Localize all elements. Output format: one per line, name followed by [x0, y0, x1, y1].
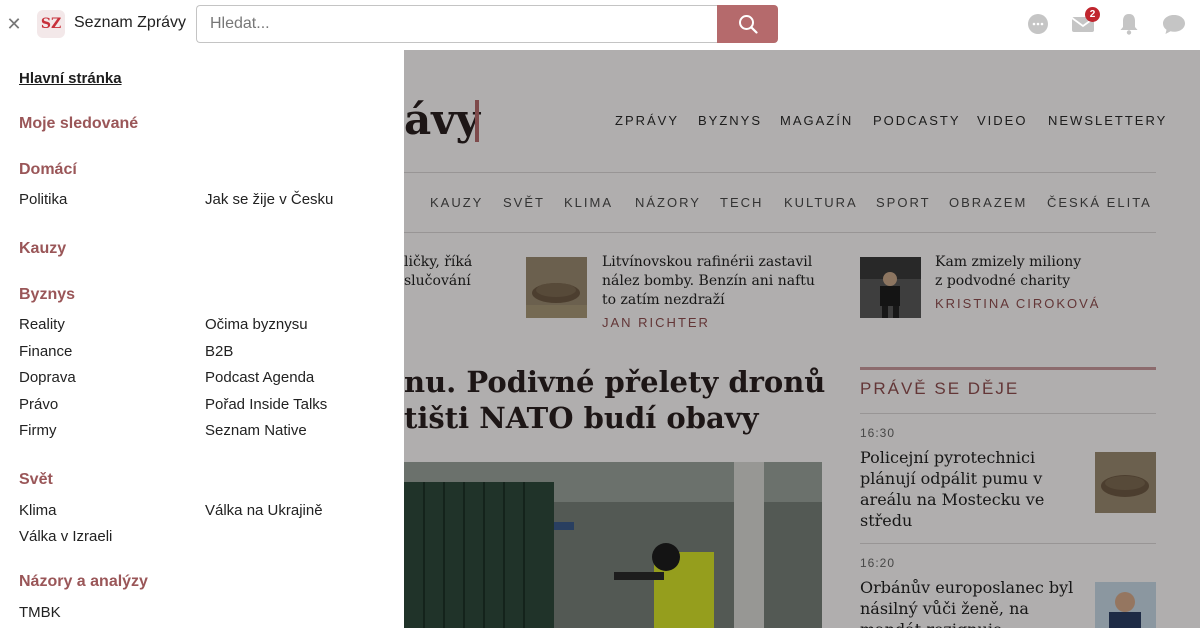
- search-input[interactable]: [196, 5, 718, 43]
- mail-badge: 2: [1085, 7, 1100, 22]
- nav-item-b2b[interactable]: B2B: [205, 343, 233, 360]
- nav-item-reality[interactable]: Reality: [19, 316, 65, 333]
- bell-icon[interactable]: [1117, 12, 1141, 36]
- nav-section-domestic[interactable]: Domácí: [19, 161, 77, 179]
- chat-bubble-icon[interactable]: [1026, 12, 1050, 36]
- nav-item-ocima-byznysu[interactable]: Očima byznysu: [205, 316, 308, 333]
- page-dim-overlay[interactable]: [404, 50, 1200, 628]
- nav-item-firmy[interactable]: Firmy: [19, 422, 57, 439]
- brand-name[interactable]: Seznam Zprávy: [74, 14, 186, 32]
- brand-logo[interactable]: SZ: [37, 10, 65, 38]
- nav-item-inside-talks[interactable]: Pořad Inside Talks: [205, 396, 327, 413]
- nav-item-jak-se-zije[interactable]: Jak se žije v Česku: [205, 191, 333, 208]
- navigation-drawer: Hlavní stránka Moje sledované Domácí Pol…: [0, 50, 404, 628]
- nav-section-world[interactable]: Svět: [19, 471, 53, 489]
- nav-item-finance[interactable]: Finance: [19, 343, 72, 360]
- nav-item-valka-ukrajina[interactable]: Válka na Ukrajině: [205, 502, 323, 519]
- search-button[interactable]: [717, 5, 778, 43]
- search-icon: [738, 15, 758, 34]
- close-icon[interactable]: ✕: [4, 13, 24, 35]
- nav-item-doprava[interactable]: Doprava: [19, 369, 76, 386]
- nav-item-seznam-native[interactable]: Seznam Native: [205, 422, 307, 439]
- nav-item-tmbk[interactable]: TMBK: [19, 604, 61, 621]
- nav-item-politika[interactable]: Politika: [19, 191, 67, 208]
- nav-item-podcast-agenda[interactable]: Podcast Agenda: [205, 369, 314, 386]
- nav-section-opinions[interactable]: Názory a analýzy: [19, 573, 148, 591]
- top-bar: ✕ SZ Seznam Zprávy 2: [0, 0, 1200, 50]
- nav-followed[interactable]: Moje sledované: [19, 115, 138, 133]
- nav-section-affairs[interactable]: Kauzy: [19, 240, 66, 258]
- nav-item-pravo[interactable]: Právo: [19, 396, 58, 413]
- nav-item-klima[interactable]: Klima: [19, 502, 57, 519]
- message-icon[interactable]: [1162, 12, 1186, 36]
- nav-home-link[interactable]: Hlavní stránka: [19, 70, 122, 87]
- nav-section-business[interactable]: Byznys: [19, 286, 75, 304]
- nav-item-valka-izrael[interactable]: Válka v Izraeli: [19, 528, 112, 545]
